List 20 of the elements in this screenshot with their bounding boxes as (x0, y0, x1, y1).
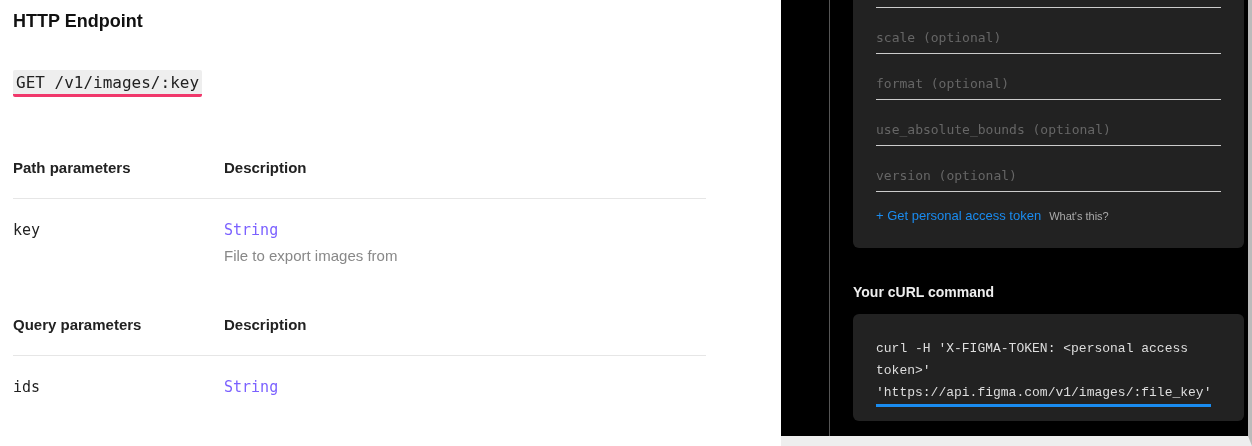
input-field[interactable]: version (optional) (876, 146, 1221, 192)
curl-command: curl -H 'X-FIGMA-TOKEN: <personal access token>' (876, 340, 1190, 380)
parameter-name: ids (13, 378, 42, 396)
parameter-type: String (224, 221, 280, 239)
endpoint-code: GET /v1/images/:key (13, 70, 203, 97)
input-field[interactable]: format (optional) (876, 54, 1221, 100)
curl-url: 'https://api.figma.com/v1/images/:file_key' (876, 382, 1212, 407)
parameter-description: File to export images from (224, 247, 398, 264)
column-header: Query parameters (13, 316, 143, 333)
parameter-name: key (13, 221, 42, 241)
section-title: HTTP Endpoint (13, 10, 144, 32)
parameter-type: String (224, 378, 279, 396)
column-header: Description (224, 159, 307, 176)
curl-title: Your cURL command (853, 284, 996, 300)
help-link[interactable]: What's this? (1049, 210, 1109, 222)
input-field[interactable]: scale (optional) (876, 8, 1221, 54)
column-header: Description (224, 316, 307, 333)
token-link[interactable]: + Get personal access token (876, 208, 1042, 223)
input-field[interactable]: use_absolute_bounds (optional) (876, 100, 1221, 146)
column-header: Path parameters (13, 159, 132, 176)
